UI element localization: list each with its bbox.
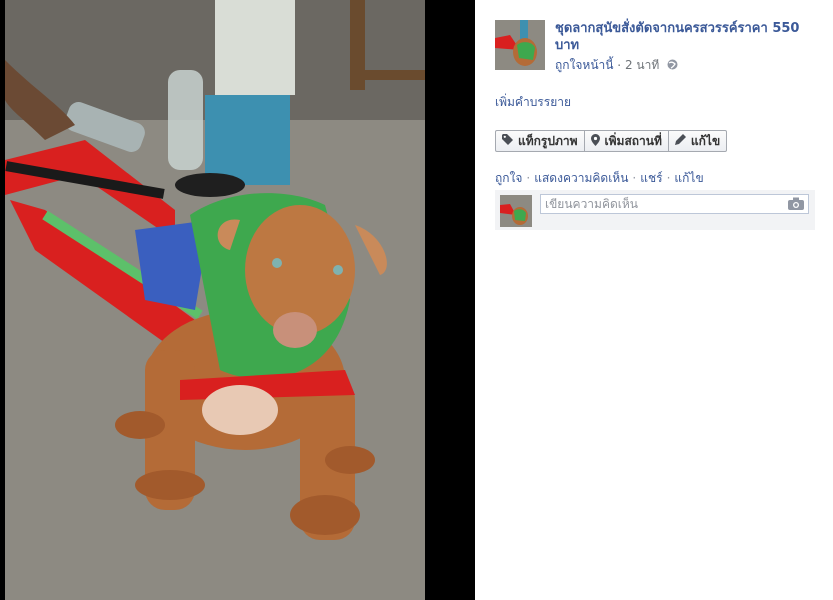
comment-placeholder: เขียนความคิดเห็น [545, 197, 638, 211]
tag-icon [502, 134, 518, 148]
share-link[interactable]: แชร์ [640, 171, 662, 185]
comment-input[interactable]: เขียนความคิดเห็น [540, 194, 809, 214]
edit-label: แก้ไข [690, 133, 721, 148]
comment-link[interactable]: แสดงความคิดเห็น [534, 171, 628, 185]
photo-toolbar: แท็กรูปภาพ เพิ่มสถานที่ แก้ไข [495, 130, 728, 152]
like-link[interactable]: ถูกใจ [495, 171, 522, 185]
pencil-icon [674, 134, 691, 148]
action-separator: · [632, 171, 637, 185]
like-page-link[interactable]: ถูกใจหน้านี้ [555, 58, 613, 72]
meta-separator: · [613, 58, 625, 73]
post-meta: ถูกใจหน้านี้ · 2 นาที [555, 56, 678, 75]
globe-icon[interactable] [667, 59, 678, 73]
comment-composer: เขียนความคิดเห็น [495, 190, 815, 230]
add-location-label: เพิ่มสถานที่ [604, 133, 662, 148]
post-actions: ถูกใจ · แสดงความคิดเห็น · แชร์ · แก้ไข [495, 169, 704, 188]
photo-viewer [0, 0, 475, 600]
photo-sidebar: ชุดลากสุนัขสั่งตัดจากนครสวรรค์ราคา 550 บ… [475, 0, 833, 600]
post-title[interactable]: ชุดลากสุนัขสั่งตัดจากนครสวรรค์ราคา 550 บ… [555, 20, 817, 54]
add-location-button[interactable]: เพิ่มสถานที่ [584, 130, 669, 152]
add-description-link[interactable]: เพิ่มคำบรรยาย [495, 93, 571, 112]
tag-photo-label: แท็กรูปภาพ [518, 133, 578, 148]
edit-button[interactable]: แก้ไข [668, 130, 728, 152]
post-time[interactable]: 2 นาที [625, 58, 659, 72]
action-separator: · [666, 171, 671, 185]
dog-harness-photo[interactable] [5, 0, 425, 600]
tag-photo-button[interactable]: แท็กรูปภาพ [495, 130, 585, 152]
avatar[interactable] [500, 195, 532, 227]
page-thumbnail[interactable] [495, 20, 545, 70]
edit-link[interactable]: แก้ไข [674, 171, 703, 185]
camera-icon[interactable] [788, 197, 804, 215]
location-pin-icon [590, 133, 605, 149]
action-separator: · [526, 171, 531, 185]
